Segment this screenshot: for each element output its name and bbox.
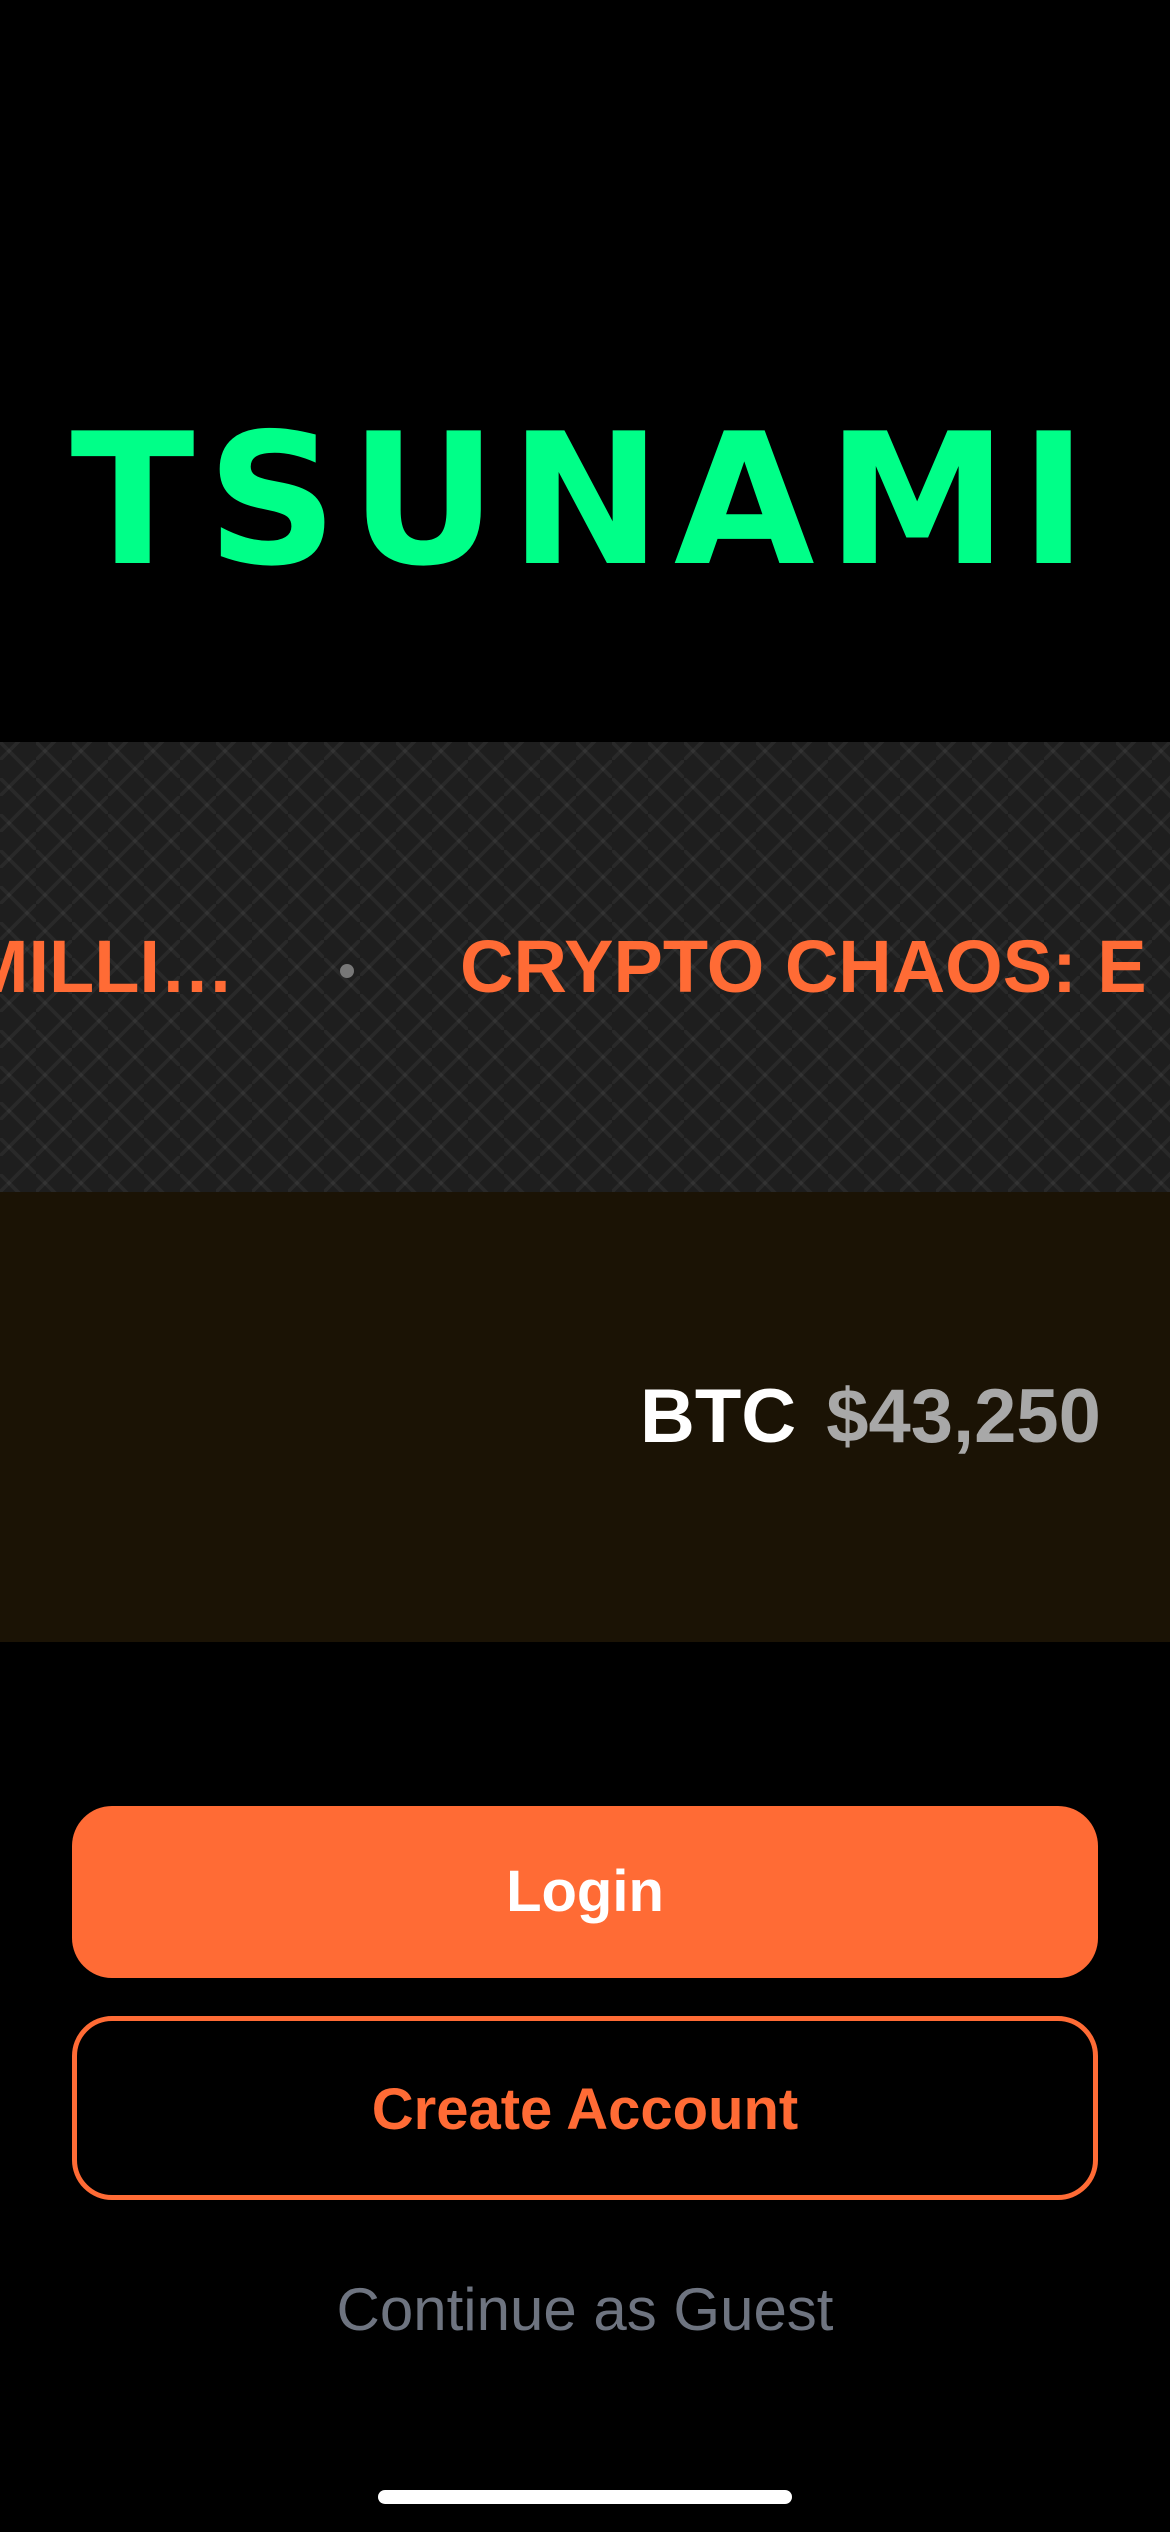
create-account-button[interactable]: Create Account — [72, 2016, 1098, 2200]
price-ticker: BTC $43,250 — [0, 1192, 1170, 1642]
price-symbol: BTC — [640, 1374, 797, 1459]
home-indicator[interactable] — [378, 2490, 792, 2504]
ticker-headline[interactable]: CRYPTO CHAOS: E — [460, 922, 1147, 1012]
price-quote: BTC $43,250 — [640, 1372, 1101, 1462]
ticker-headline[interactable]: MILLI… — [0, 922, 234, 1012]
app-logo: TSUNAMI — [70, 394, 1100, 606]
price-value: $43,250 — [826, 1374, 1101, 1459]
news-ticker: MILLI… CRYPTO CHAOS: E — [0, 742, 1170, 1192]
ticker-separator-dot — [340, 964, 354, 978]
continue-as-guest-link[interactable]: Continue as Guest — [0, 2270, 1170, 2350]
login-button[interactable]: Login — [72, 1806, 1098, 1978]
